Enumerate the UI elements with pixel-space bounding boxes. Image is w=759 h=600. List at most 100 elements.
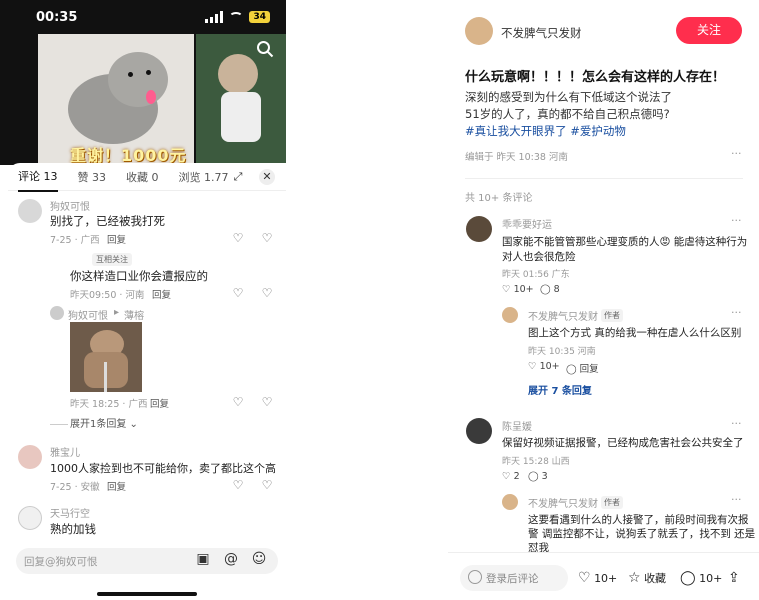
reply-count-button[interactable]: ◯ 8 [540, 284, 560, 295]
tab-comments[interactable]: 评论 13 [18, 162, 58, 192]
like-count: 10+ [513, 284, 534, 295]
bottom-bar: 登录后评论 ♡ 10+ ☆ 收藏 ◯ 10+ ⇪ [448, 552, 759, 600]
dislike-icon[interactable]: ♡ [260, 395, 274, 409]
comment-user[interactable]: 陈呈媛 [502, 418, 532, 433]
comment-input[interactable]: 登录后评论 [460, 565, 568, 591]
tab-likes[interactable]: 赞 33 [78, 163, 107, 191]
left-screenshot: 00:35 34 重谢！1000元 评论 13 赞 33 收藏 0 浏览 1.7… [0, 0, 286, 600]
emoji-icon[interactable]: ☺ [250, 550, 268, 568]
comment-user[interactable]: 不发脾气只发财 [528, 308, 598, 323]
more-icon[interactable]: ··· [731, 306, 742, 319]
like-button[interactable]: ♡ 10+ [528, 361, 560, 372]
search-icon[interactable] [256, 40, 274, 58]
signal-icon [205, 11, 224, 23]
avatar[interactable] [466, 216, 492, 242]
expand-replies-button[interactable]: 展开 7 条回复 [528, 382, 592, 397]
close-icon[interactable]: ✕ [259, 169, 275, 185]
comment-count: 共 10+ 条评论 [465, 193, 533, 204]
collect-label: 收藏 [644, 572, 667, 585]
avatar[interactable] [18, 506, 42, 530]
reply-photo[interactable] [70, 322, 142, 392]
post-body-line: 51岁的人了，真的都不给自己积点德吗? [465, 107, 670, 121]
reply-arrow-icon: ▸ [114, 307, 120, 318]
author-tag: 作者 [601, 496, 623, 509]
comment-user[interactable]: 乖乖要好运 [502, 216, 552, 231]
image-icon[interactable]: ▣ [194, 550, 212, 568]
comment-panel: 评论 13 赞 33 收藏 0 浏览 1.77 ⤢ ✕ 狗奴可恨 别找了，已经被… [8, 163, 286, 600]
comment-user[interactable]: 不发脾气只发财 [528, 495, 598, 510]
status-icons: 34 [205, 11, 270, 23]
reply-button[interactable]: ◯ 回复 [566, 361, 599, 375]
reply-to-user[interactable]: 薄榕 [124, 307, 144, 322]
reply-button[interactable]: 回复 [152, 287, 171, 301]
dislike-icon[interactable]: ♡ [260, 286, 274, 300]
wifi-icon [229, 12, 244, 22]
comment-text: 图上这个方式 真的给我一种在虐人么什么区别 [528, 327, 742, 339]
comment-text: 熟的加钱 [50, 522, 96, 536]
like-button[interactable]: ♡ 2 [502, 471, 520, 482]
comment-icon: ◯ [528, 471, 539, 482]
comment-text: 这要看遇到什么的人接警了，前段时间我有次报 [528, 514, 749, 526]
reply-count-button[interactable]: ◯ 3 [528, 471, 548, 482]
like-button[interactable]: ♡ 10+ [578, 570, 617, 586]
comment-user[interactable]: 狗奴可恨 [50, 198, 90, 213]
comment-meta: 昨天09:50 · 河南 [70, 290, 145, 301]
status-time: 00:35 [36, 10, 78, 25]
more-icon[interactable]: ··· [731, 493, 742, 506]
avatar[interactable] [466, 418, 492, 444]
reply-label: 回复 [579, 364, 599, 375]
comment-user[interactable]: 雅宝儿 [50, 444, 80, 459]
dislike-icon[interactable]: ♡ [260, 231, 274, 245]
expand-icon[interactable]: ⤢ [230, 169, 246, 185]
more-icon[interactable]: ··· [731, 214, 742, 227]
dislike-icon[interactable]: ♡ [260, 478, 274, 492]
comment-count-bottom: 10+ [699, 572, 723, 585]
comment-text: 国家能不能管管那些心理变质的人😡 能虐待这种行为 [502, 236, 748, 248]
share-icon[interactable]: ⇪ [728, 570, 740, 586]
comment-meta: 昨天 01:56 广东 [502, 270, 570, 280]
avatar[interactable] [502, 307, 518, 323]
like-button[interactable]: ♡ 10+ [502, 284, 534, 295]
comment-text: 保留好视频证据报警，已经构成危害社会公共安全了 [502, 437, 744, 449]
video-area[interactable]: 00:35 34 重谢！1000元 [0, 0, 286, 165]
collect-button[interactable]: ☆ 收藏 [628, 570, 666, 586]
comment-meta: 7-25 · 安徽 [50, 482, 100, 493]
like-icon: ♡ [502, 284, 511, 295]
comment-button[interactable]: ◯ 10+ [680, 570, 722, 586]
post-title: 什么玩意啊！！！！怎么会有这样的人存在！ [465, 70, 726, 85]
reply-button[interactable]: 回复 [150, 396, 169, 410]
expand-replies-button[interactable]: 展开1条回复 ⌄ [50, 415, 138, 430]
post-tags[interactable]: #真让我大开眼界了 #爱护动物 [465, 123, 626, 139]
author-avatar[interactable] [465, 17, 493, 45]
comment-text: 1000人家捡到也不可能给你，卖了都比这个高 [50, 462, 276, 475]
avatar[interactable] [502, 494, 518, 510]
like-icon[interactable]: ♡ [231, 478, 245, 492]
expand-replies-label: 展开1条回复 [70, 419, 127, 430]
heart-icon: ♡ [578, 570, 591, 586]
post-detail: 不发脾气只发财 关注 什么玩意啊！！！！怎么会有这样的人存在！ 深刻的感受到为什… [448, 0, 759, 600]
comment-user[interactable]: 天马行空 [50, 505, 90, 520]
tab-collect[interactable]: 收藏 0 [126, 163, 159, 191]
like-icon[interactable]: ♡ [231, 231, 245, 245]
comment-text: 对人也会很危险 [502, 251, 576, 263]
mutual-follow-badge: 互相关注 [92, 253, 132, 266]
more-icon[interactable]: ··· [731, 417, 742, 430]
reply-count: 8 [553, 284, 560, 295]
comment-user[interactable]: 狗奴可恨 [68, 307, 108, 322]
comment-text: 你这样造口业你会遭报应的 [70, 269, 208, 283]
more-icon[interactable]: ··· [731, 147, 742, 160]
like-icon[interactable]: ♡ [231, 286, 245, 300]
author-name[interactable]: 不发脾气只发财 [501, 25, 582, 41]
reply-count: 3 [541, 471, 548, 482]
like-icon[interactable]: ♡ [231, 395, 245, 409]
mention-icon[interactable]: @ [222, 550, 240, 568]
avatar[interactable] [18, 445, 42, 469]
follow-button[interactable]: 关注 [676, 17, 742, 44]
reply-button[interactable]: 回复 [107, 232, 126, 246]
avatar[interactable] [18, 199, 42, 223]
avatar[interactable] [50, 306, 64, 320]
comment-meta: 昨天 15:28 山西 [502, 457, 570, 467]
home-indicator [97, 592, 197, 596]
tab-views[interactable]: 浏览 1.77 [179, 163, 229, 191]
reply-button[interactable]: 回复 [107, 479, 126, 493]
